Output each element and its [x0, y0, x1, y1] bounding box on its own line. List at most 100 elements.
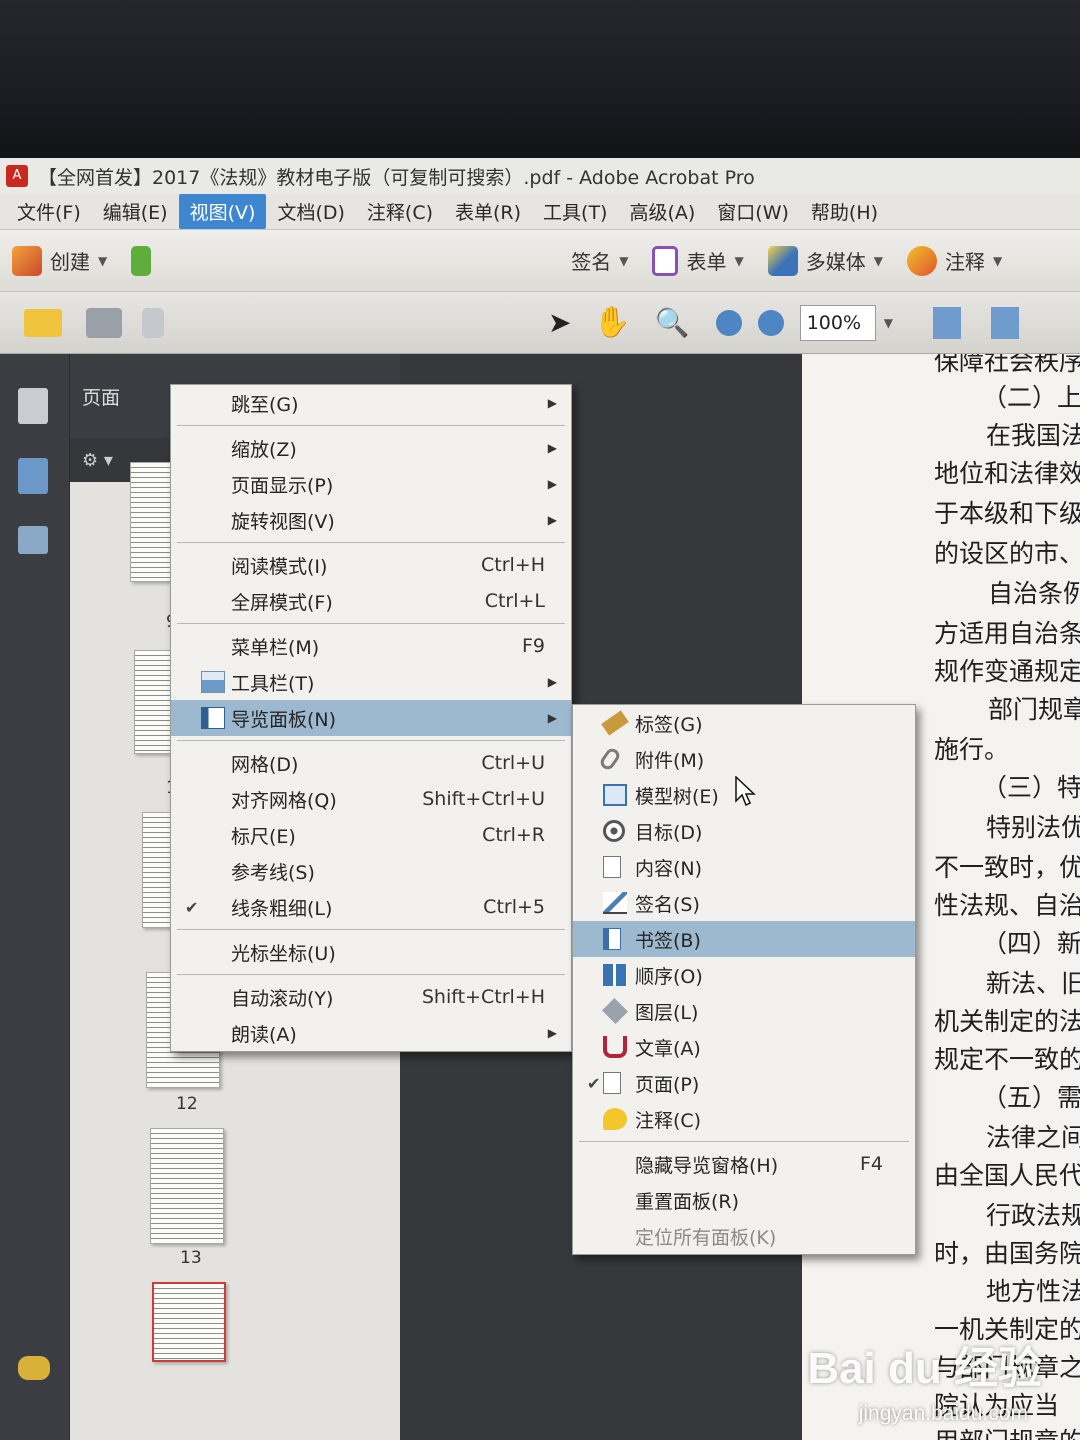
- submenu-item-bookmarks[interactable]: 书签(B): [573, 921, 915, 957]
- menu-item-guides[interactable]: 参考线(S): [171, 853, 571, 889]
- menu-file[interactable]: 文件(F): [6, 194, 92, 229]
- multimedia-icon: [767, 245, 798, 276]
- submenu-item-pages[interactable]: ✔ 页面(P): [573, 1065, 915, 1101]
- zoom-dropdown-icon[interactable]: ▼: [884, 316, 893, 330]
- document-line: 自治条例: [988, 579, 1080, 608]
- document-line: 施行。: [934, 735, 1010, 764]
- document-line: 地位和法律效: [934, 459, 1080, 488]
- fit-page-icon[interactable]: [990, 306, 1019, 339]
- combine-icon: [131, 245, 152, 276]
- checkmark-icon: ✔: [587, 1073, 601, 1093]
- menu-item-zoom[interactable]: 缩放(Z) ▶: [171, 430, 571, 466]
- sign-button[interactable]: 签名 ▼: [559, 246, 640, 275]
- document-line: （四）新: [982, 929, 1080, 958]
- menu-item-rotate-view[interactable]: 旋转视图(V) ▶: [171, 502, 571, 538]
- submenu-item-content[interactable]: 内容(N): [573, 849, 915, 885]
- document-line: （二）上: [982, 383, 1080, 412]
- menu-separator: [177, 542, 565, 543]
- navigation-pane-strip: [0, 354, 70, 1440]
- zoom-in-icon[interactable]: [757, 309, 784, 336]
- window-title: 【全网首发】2017《法规》教材电子版（可复制可搜索）.pdf - Adobe …: [38, 166, 755, 189]
- submenu-item-order[interactable]: 顺序(O): [573, 957, 915, 993]
- menu-separator: [177, 974, 565, 975]
- pages-panel-title: 页面: [82, 386, 121, 409]
- menu-tools[interactable]: 工具(T): [532, 194, 618, 229]
- hand-tool-icon[interactable]: ✋: [593, 305, 630, 340]
- submenu-item-tags[interactable]: 标签(G): [573, 705, 915, 741]
- menu-item-full-screen[interactable]: 全屏模式(F) Ctrl+L: [171, 583, 571, 619]
- submenu-item-hide-navigation-pane[interactable]: 隐藏导览窗格(H) F4: [573, 1146, 915, 1182]
- submenu-item-layers[interactable]: 图层(L): [573, 993, 915, 1029]
- combine-button[interactable]: [119, 245, 163, 276]
- zoom-level-input[interactable]: 100%: [799, 304, 876, 341]
- menu-item-snap-to-grid[interactable]: 对齐网格(Q) Shift+Ctrl+U: [171, 781, 571, 817]
- page-thumbnail-selected[interactable]: [152, 1282, 226, 1362]
- menu-item-line-weights[interactable]: ✔ 线条粗细(L) Ctrl+5: [171, 889, 571, 925]
- create-button[interactable]: 创建 ▼: [0, 245, 119, 276]
- submenu-item-reset-panels[interactable]: 重置面板(R): [573, 1182, 915, 1218]
- menu-item-goto[interactable]: 跳至(G) ▶: [171, 385, 571, 421]
- title-bar: A 【全网首发】2017《法规》教材电子版（可复制可搜索）.pdf - Adob…: [0, 158, 1080, 194]
- menu-view[interactable]: 视图(V): [178, 194, 267, 229]
- submenu-item-destinations[interactable]: 目标(D): [573, 813, 915, 849]
- submenu-item-attachments[interactable]: 附件(M): [573, 741, 915, 777]
- menu-item-navigation-panels[interactable]: 导览面板(N) ▶: [171, 700, 571, 736]
- fit-width-icon[interactable]: [932, 306, 961, 339]
- submenu-arrow-icon: ▶: [547, 513, 557, 527]
- menu-item-read-mode[interactable]: 阅读模式(I) Ctrl+H: [171, 547, 571, 583]
- menu-document[interactable]: 文档(D): [266, 194, 355, 229]
- comment-button[interactable]: 注释 ▼: [895, 245, 1014, 276]
- document-line: 的设区的市、: [934, 539, 1080, 568]
- chevron-down-icon: ▼: [873, 253, 883, 268]
- menu-forms[interactable]: 表单(R): [444, 194, 532, 229]
- acrobat-window: A 【全网首发】2017《法规》教材电子版（可复制可搜索）.pdf - Adob…: [0, 158, 1080, 1440]
- signatures-panel-icon[interactable]: [18, 526, 48, 554]
- zoom-out-icon[interactable]: [715, 309, 742, 336]
- menu-help[interactable]: 帮助(H): [800, 194, 889, 229]
- comments-panel-icon[interactable]: [18, 1356, 50, 1380]
- menu-advanced[interactable]: 高级(A): [618, 194, 706, 229]
- document-line: 性法规、自治: [934, 891, 1080, 920]
- multimedia-label: 多媒体: [805, 250, 866, 274]
- menu-comments[interactable]: 注释(C): [356, 194, 444, 229]
- bookmarks-panel-icon[interactable]: [18, 458, 48, 494]
- submenu-arrow-icon: ▶: [547, 396, 557, 410]
- select-tool-icon[interactable]: ➤: [548, 306, 571, 339]
- view-menu-dropdown: 跳至(G) ▶ 缩放(Z) ▶ 页面显示(P) ▶ 旋转视图(V) ▶ 阅读模式…: [170, 384, 572, 1052]
- pages-icon: [603, 1072, 621, 1094]
- toolbar-icon: [201, 671, 225, 693]
- submenu-item-articles[interactable]: 文章(A): [573, 1029, 915, 1065]
- menu-item-read-aloud[interactable]: 朗读(A) ▶: [171, 1015, 571, 1051]
- multimedia-button[interactable]: 多媒体 ▼: [756, 245, 895, 276]
- menu-item-cursor-coordinates[interactable]: 光标坐标(U): [171, 934, 571, 970]
- submenu-item-comments[interactable]: 注释(C): [573, 1101, 915, 1137]
- menu-item-menu-bar[interactable]: 菜单栏(M) F9: [171, 628, 571, 664]
- document-line: 规定不一致的: [934, 1045, 1080, 1074]
- layers-icon: [601, 997, 629, 1025]
- menu-item-auto-scroll[interactable]: 自动滚动(Y) Shift+Ctrl+H: [171, 979, 571, 1015]
- document-line: 不一致时，优: [934, 853, 1080, 882]
- document-line: 特别法优: [986, 813, 1080, 842]
- menu-item-rulers[interactable]: 标尺(E) Ctrl+R: [171, 817, 571, 853]
- submenu-item-signatures[interactable]: 签名(S): [573, 885, 915, 921]
- file-toolbar: ➤ ✋ 🔍 100% ▼: [0, 292, 1080, 354]
- options-gear-icon[interactable]: ⚙ ▾: [82, 450, 113, 471]
- save-icon[interactable]: [142, 307, 164, 338]
- chevron-down-icon: ▼: [992, 253, 1003, 268]
- menu-item-page-display[interactable]: 页面显示(P) ▶: [171, 466, 571, 502]
- menu-window[interactable]: 窗口(W): [706, 194, 800, 229]
- menu-edit[interactable]: 编辑(E): [92, 194, 179, 229]
- page-thumbnail[interactable]: [150, 1128, 224, 1244]
- pages-panel-icon[interactable]: [18, 388, 48, 424]
- submenu-arrow-icon: ▶: [547, 477, 557, 491]
- menu-item-grid[interactable]: 网格(D) Ctrl+U: [171, 745, 571, 781]
- submenu-arrow-icon: ▶: [547, 441, 557, 455]
- forms-button[interactable]: 表单 ▼: [640, 245, 755, 276]
- document-line: 行政法规: [986, 1201, 1080, 1230]
- marquee-zoom-icon[interactable]: 🔍: [655, 306, 690, 339]
- model-tree-icon: [603, 784, 627, 806]
- print-icon[interactable]: [86, 307, 122, 338]
- document-line: 规作变通规定: [934, 657, 1080, 686]
- menu-item-toolbars[interactable]: 工具栏(T) ▶: [171, 664, 571, 700]
- open-folder-icon[interactable]: [24, 308, 62, 337]
